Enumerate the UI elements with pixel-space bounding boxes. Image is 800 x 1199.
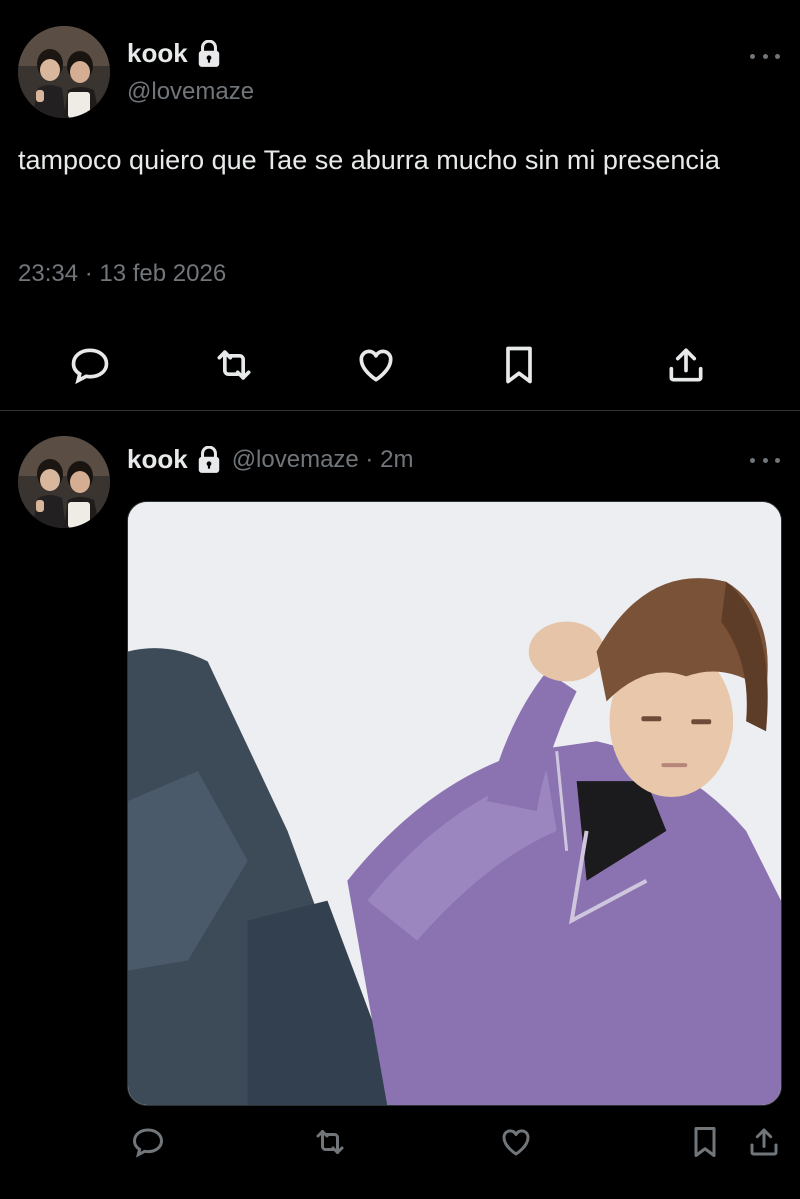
more-options-icon[interactable] bbox=[750, 455, 780, 465]
handle-time[interactable]: @lovemaze · 2m bbox=[232, 446, 414, 474]
like-icon[interactable] bbox=[354, 343, 398, 387]
handle[interactable]: @lovemaze bbox=[127, 78, 254, 106]
avatar[interactable] bbox=[18, 26, 110, 118]
reply-icon[interactable] bbox=[68, 343, 112, 387]
display-name-text: kook bbox=[127, 444, 188, 474]
lock-icon bbox=[198, 445, 219, 473]
like-icon[interactable] bbox=[498, 1124, 534, 1160]
tweet-divider bbox=[0, 410, 800, 411]
bookmark-icon[interactable] bbox=[687, 1124, 723, 1160]
tweet-text: tampoco quiero que Tae se aburra mucho s… bbox=[18, 145, 720, 175]
reply-icon[interactable] bbox=[130, 1124, 166, 1160]
photo-attachment[interactable] bbox=[127, 501, 782, 1106]
avatar[interactable] bbox=[18, 436, 110, 528]
display-name[interactable]: kook bbox=[127, 38, 222, 69]
display-name-text: kook bbox=[127, 38, 188, 68]
photo-attachment-icon bbox=[128, 502, 781, 1105]
bookmark-icon[interactable] bbox=[497, 343, 541, 387]
profile-photo-icon bbox=[18, 436, 110, 528]
display-name[interactable]: kook @lovemaze · 2m bbox=[127, 444, 413, 475]
profile-photo-icon bbox=[18, 26, 110, 118]
timestamp[interactable]: 23:34 · 13 feb 2026 bbox=[18, 260, 226, 288]
share-icon[interactable] bbox=[664, 343, 708, 387]
share-icon[interactable] bbox=[746, 1124, 782, 1160]
lock-icon bbox=[198, 39, 219, 67]
retweet-icon[interactable] bbox=[212, 343, 256, 387]
more-options-icon[interactable] bbox=[750, 51, 780, 61]
retweet-icon[interactable] bbox=[312, 1124, 348, 1160]
